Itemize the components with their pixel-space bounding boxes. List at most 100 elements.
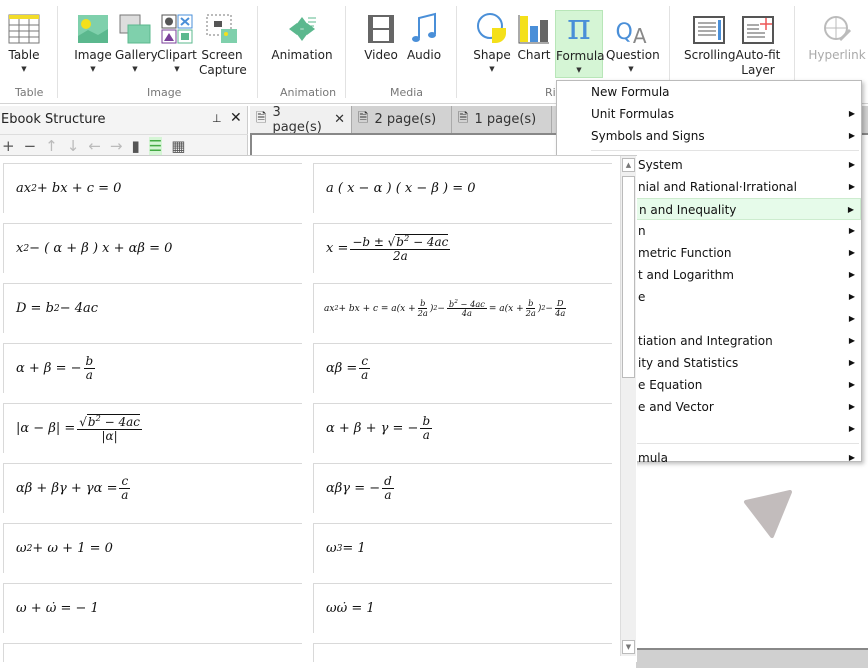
formula-text: b bbox=[396, 234, 404, 249]
menu-item-label: metric Function bbox=[638, 246, 732, 260]
numerator: c bbox=[359, 354, 371, 369]
fraction: −b ± √b2 − 4ac 2a bbox=[350, 233, 451, 263]
formula-item[interactable]: αβ = ca bbox=[313, 343, 612, 393]
video-button[interactable]: Video bbox=[362, 8, 400, 63]
move-down-icon[interactable]: ↓ bbox=[67, 137, 80, 155]
scroll-down-icon[interactable]: ▼ bbox=[622, 640, 635, 654]
image-button[interactable]: Image ▼ bbox=[72, 8, 114, 75]
formula-item[interactable]: α + β = − ba bbox=[3, 343, 302, 393]
menu-item[interactable]: New Formula bbox=[557, 81, 861, 103]
shape-button[interactable]: Shape ▼ bbox=[473, 8, 511, 75]
formula-item[interactable]: ω + ω̇ = − 1 bbox=[3, 583, 302, 633]
fraction: ca bbox=[359, 354, 371, 382]
info-icon[interactable]: ▮ bbox=[131, 137, 139, 155]
tab-3-pages[interactable]: 🗎 3 page(s) ✕ bbox=[250, 105, 352, 135]
scroll-up-icon[interactable]: ▲ bbox=[622, 158, 635, 172]
remove-icon[interactable]: − bbox=[24, 137, 37, 155]
table-button[interactable]: Table ▼ bbox=[2, 8, 46, 75]
submenu-arrow-icon: ▶ bbox=[848, 402, 855, 411]
chevron-down-icon: ▼ bbox=[21, 65, 27, 73]
chevron-down-icon: ▼ bbox=[90, 65, 96, 73]
move-left-icon[interactable]: ← bbox=[88, 137, 101, 155]
formula-item[interactable]: ax + by = c bbox=[3, 643, 302, 662]
formula-item[interactable]: α + β + γ = − ba bbox=[313, 403, 612, 453]
animation-button[interactable]: Animation bbox=[270, 8, 334, 63]
clipart-button[interactable]: Clipart ▼ bbox=[157, 8, 197, 75]
pin-icon[interactable]: ⊥ bbox=[212, 112, 222, 125]
menu-item[interactable]: Symbols and Signs ▶ bbox=[557, 125, 861, 147]
close-icon[interactable]: ✕ bbox=[230, 110, 242, 126]
auto-fit-layer-button[interactable]: Auto-fit Layer bbox=[735, 8, 781, 78]
submenu-arrow-icon: ▶ bbox=[848, 131, 855, 140]
formula-item[interactable]: ax 2 + bx + c = 0 bbox=[3, 163, 302, 213]
menu-item-label: n and Inequality bbox=[639, 203, 737, 217]
denominator: |α| bbox=[101, 428, 118, 443]
image-icon bbox=[72, 8, 114, 44]
formula-item[interactable]: |α − β| = √b2 − 4ac |α| bbox=[3, 403, 302, 453]
formula-text: −b ± bbox=[352, 234, 388, 249]
list-view-icon[interactable]: ☰ bbox=[148, 136, 163, 155]
formula-item[interactable]: x = −b ± √b2 − 4ac 2a bbox=[313, 223, 612, 273]
screen-capture-button[interactable]: Screen Capture bbox=[199, 8, 247, 78]
audio-button[interactable]: Audio bbox=[404, 8, 444, 63]
scrolling-button[interactable]: Scrolling bbox=[684, 8, 735, 63]
formula-text: |α| bbox=[101, 428, 118, 443]
formula-item[interactable]: x2 − ( α + β ) x + αβ = 0 bbox=[3, 223, 302, 273]
bar-chart-icon bbox=[516, 8, 552, 44]
formula-item[interactable]: αβ + βγ + γα = ca bbox=[3, 463, 302, 513]
scrolling-icon bbox=[684, 8, 734, 44]
close-tab-icon[interactable]: ✕ bbox=[334, 112, 345, 127]
fraction: b 2a bbox=[418, 297, 428, 318]
formula-text: b bbox=[420, 297, 426, 308]
qa-icon: QA bbox=[615, 20, 647, 48]
question-button[interactable]: QA Question ▼ bbox=[606, 8, 660, 75]
chart-button[interactable]: Chart bbox=[516, 8, 552, 63]
formula-item[interactable]: a ( x − α ) ( x − β ) = 0 bbox=[313, 163, 612, 213]
formula-item[interactable]: αβγ = − da bbox=[313, 463, 612, 513]
submenu-arrow-icon: ▶ bbox=[847, 205, 854, 214]
formula-button[interactable]: π Formula ▼ bbox=[555, 10, 605, 78]
formula-item[interactable]: ax + by = c bbox=[313, 643, 612, 662]
formula-text: a bbox=[384, 488, 392, 502]
formula-text: αβγ = − bbox=[326, 481, 381, 496]
formula-text: − bbox=[545, 303, 553, 314]
formula-item[interactable]: ax 2 + bx + c = a(x + b 2a) 2 − b2 − 4ac 4a … bbox=[313, 283, 612, 333]
group-label-image: Image bbox=[147, 86, 182, 99]
formula-item[interactable]: ω2 + ω + 1 = 0 bbox=[3, 523, 302, 573]
move-up-icon[interactable]: ↑ bbox=[45, 137, 58, 155]
gallery-button[interactable]: Gallery ▼ bbox=[115, 8, 158, 75]
denominator: a bbox=[423, 428, 430, 442]
formula-item[interactable]: ω3 = 1 bbox=[313, 523, 612, 573]
tab-1-page[interactable]: 🗎 1 page(s) bbox=[452, 106, 552, 133]
numerator: √b2 − 4ac bbox=[77, 413, 142, 430]
formula-text: b bbox=[422, 413, 431, 428]
menu-item[interactable]: Unit Formulas ▶ bbox=[557, 103, 861, 125]
tab-2-pages[interactable]: 🗎 2 page(s) bbox=[352, 106, 452, 133]
denominator: a bbox=[384, 488, 392, 502]
shape-icon bbox=[473, 8, 511, 44]
grid-view-icon[interactable]: ▦ bbox=[171, 137, 185, 155]
denominator: a bbox=[121, 488, 128, 502]
formula-text: αβ = bbox=[326, 361, 358, 376]
denominator: 4a bbox=[462, 309, 472, 318]
formula-text: b bbox=[87, 414, 96, 429]
fraction: √b2 − 4ac |α| bbox=[77, 413, 142, 443]
formula-item[interactable]: D = b2 − 4ac bbox=[3, 283, 302, 333]
denominator: 4a bbox=[555, 308, 565, 318]
chevron-down-icon: ▼ bbox=[174, 65, 180, 73]
chevron-down-icon: ▼ bbox=[576, 66, 582, 74]
formula-gallery-panel: ax 2 + bx + c = 0 a ( x − α ) ( x − β ) = … bbox=[0, 155, 637, 662]
scroll-thumb[interactable] bbox=[622, 176, 635, 378]
group-label-rich: Ri bbox=[545, 86, 556, 99]
canvas-bottom-bar bbox=[636, 650, 868, 668]
hyperlink-button[interactable]: Hyperlink bbox=[808, 8, 866, 63]
menu-separator bbox=[591, 150, 859, 151]
fraction: b 2a bbox=[526, 298, 536, 318]
add-icon[interactable]: + bbox=[2, 137, 15, 155]
move-right-icon[interactable]: → bbox=[110, 137, 123, 155]
denominator: 2a bbox=[393, 249, 408, 263]
vertical-scrollbar[interactable]: ▲ ▼ bbox=[620, 156, 636, 656]
fraction: ca bbox=[119, 474, 131, 502]
formula-text: − 4ac bbox=[457, 298, 485, 309]
formula-item[interactable]: ωω̇ = 1 bbox=[313, 583, 612, 633]
